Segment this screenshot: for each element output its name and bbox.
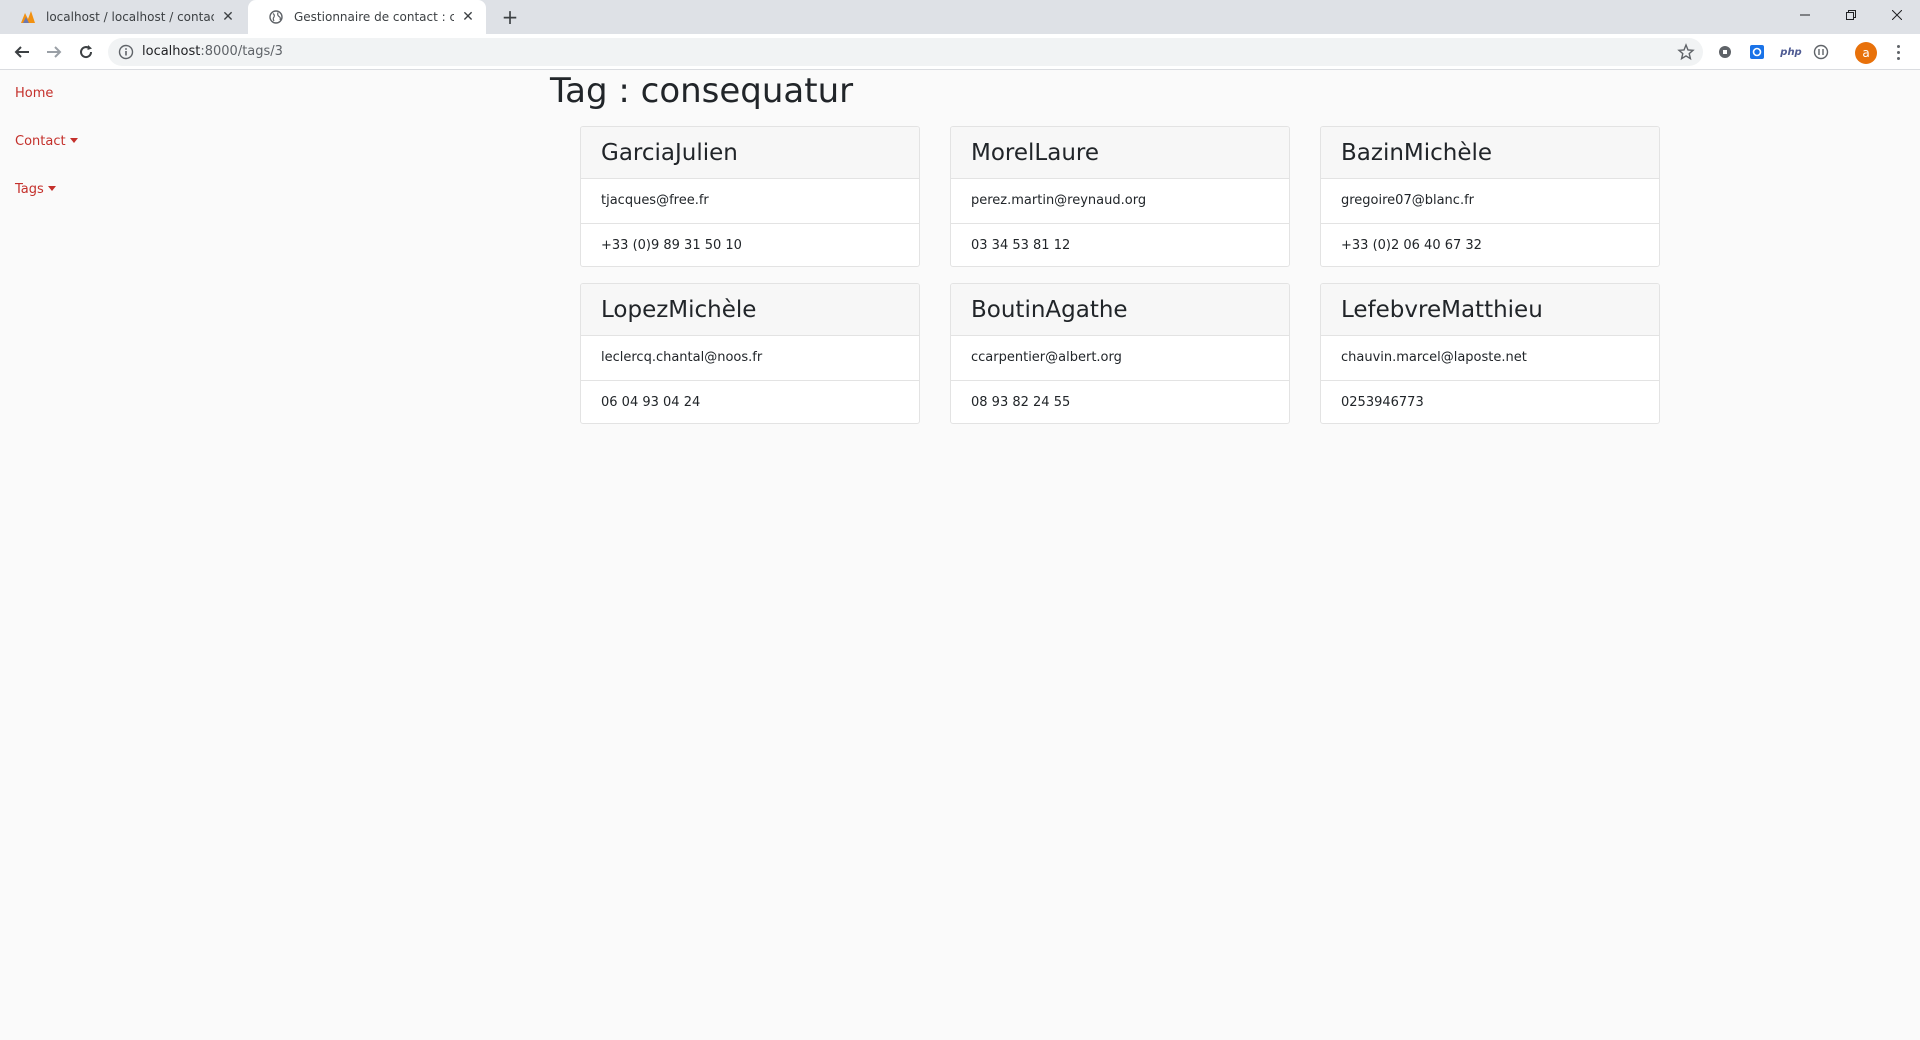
contact-phone: +33 (0)2 06 40 67 32 — [1321, 223, 1659, 266]
close-tab-icon[interactable]: ✕ — [220, 9, 236, 25]
contact-phone: 03 34 53 81 12 — [951, 223, 1289, 266]
nav-link-home[interactable]: Home — [15, 86, 53, 101]
contact-email: ccarpentier@albert.org — [971, 350, 1122, 365]
close-window-icon[interactable] — [1874, 0, 1920, 30]
browser-tab-active[interactable]: Gestionnaire de contact : conseq ✕ — [248, 0, 486, 34]
contact-name: MorelLaure — [951, 127, 1289, 179]
contact-email: perez.martin@reynaud.org — [971, 193, 1147, 208]
nav-dropdown-tags[interactable]: Tags — [15, 182, 56, 197]
globe-icon — [268, 9, 284, 25]
contact-email: chauvin.marcel@laposte.net — [1341, 350, 1527, 365]
contact-card: BazinMichèle gregoire07@blanc.fr +33 (0)… — [1320, 126, 1660, 267]
url-path: :8000/tags/3 — [200, 44, 283, 59]
contact-name: LopezMichèle — [581, 284, 919, 336]
bookmark-star-icon[interactable] — [1677, 43, 1695, 61]
phpmyadmin-favicon-icon — [20, 9, 36, 25]
contact-email: gregoire07@blanc.fr — [1341, 193, 1474, 208]
caret-down-icon — [69, 138, 78, 143]
contact-name: BoutinAgathe — [951, 284, 1289, 336]
reload-icon[interactable] — [72, 38, 100, 66]
close-tab-icon[interactable]: ✕ — [460, 9, 476, 25]
browser-menu-icon[interactable] — [1889, 43, 1907, 61]
contact-phone: 06 04 93 04 24 — [581, 380, 919, 423]
address-bar[interactable]: localhost:8000/tags/3 — [108, 38, 1703, 66]
nav-label-contact: Contact — [15, 134, 66, 149]
contact-card: MorelLaure perez.martin@reynaud.org 03 3… — [950, 126, 1290, 267]
extension-circle-icon[interactable] — [1812, 43, 1830, 61]
forward-arrow-icon[interactable] — [40, 38, 68, 66]
contact-email: tjacques@free.fr — [601, 193, 709, 208]
extension-shield-icon[interactable] — [1716, 43, 1734, 61]
extension-blue-icon[interactable] — [1748, 43, 1766, 61]
contact-card: BoutinAgathe ccarpentier@albert.org 08 9… — [950, 283, 1290, 424]
nav-dropdown-contact[interactable]: Contact — [15, 134, 78, 149]
restore-window-icon[interactable] — [1828, 0, 1874, 30]
contact-name: BazinMichèle — [1321, 127, 1659, 179]
contact-card: LefebvreMatthieu chauvin.marcel@laposte.… — [1320, 283, 1660, 424]
contact-phone: +33 (0)9 89 31 50 10 — [581, 223, 919, 266]
caret-down-icon — [47, 186, 56, 191]
minimize-window-icon[interactable] — [1782, 0, 1828, 30]
info-icon[interactable] — [118, 44, 134, 60]
php-extension-icon[interactable]: php — [1778, 43, 1804, 61]
contact-name: LefebvreMatthieu — [1321, 284, 1659, 336]
tab-title: Gestionnaire de contact : conseq — [294, 10, 454, 24]
profile-avatar[interactable]: a — [1855, 42, 1877, 64]
browser-tab-phpmyadmin[interactable]: localhost / localhost / contact / p ✕ — [0, 0, 246, 34]
url-host: localhost — [142, 44, 201, 59]
url-text[interactable]: localhost:8000/tags/3 — [142, 44, 283, 59]
contact-email: leclercq.chantal@noos.fr — [601, 350, 763, 365]
contact-card: GarciaJulien tjacques@free.fr +33 (0)9 8… — [580, 126, 920, 267]
contact-name: GarciaJulien — [581, 127, 919, 179]
contact-phone: 0253946773 — [1321, 380, 1659, 423]
back-arrow-icon[interactable] — [8, 38, 36, 66]
tab-title: localhost / localhost / contact / p — [46, 10, 214, 24]
browser-tab-strip: localhost / localhost / contact / p ✕ Ge… — [0, 0, 1920, 34]
browser-toolbar: localhost:8000/tags/3 php a — [0, 34, 1920, 70]
nav-label-tags: Tags — [15, 182, 44, 197]
new-tab-button[interactable]: + — [498, 5, 522, 29]
page-title: Tag : consequatur — [550, 71, 854, 111]
contact-phone: 08 93 82 24 55 — [951, 380, 1289, 423]
contact-card: LopezMichèle leclercq.chantal@noos.fr 06… — [580, 283, 920, 424]
